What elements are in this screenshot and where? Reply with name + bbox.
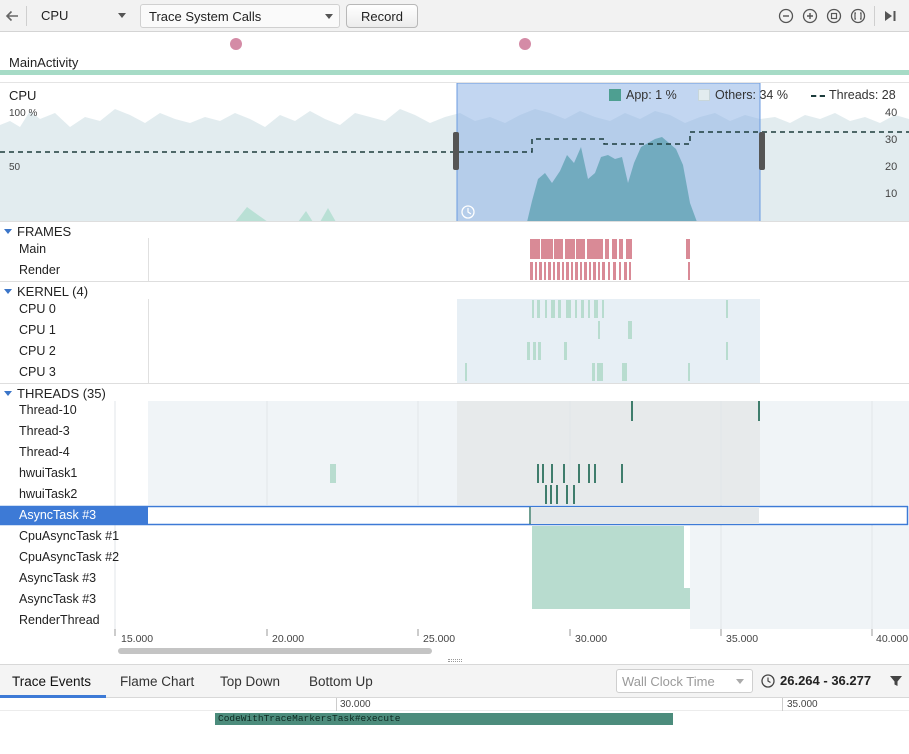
time-tick-label: 20.000 xyxy=(272,633,305,645)
chevron-down-icon xyxy=(736,679,744,684)
horizontal-scrollbar[interactable] xyxy=(118,648,432,654)
clock-icon xyxy=(761,674,775,688)
thread-row-label-selected[interactable]: AsyncTask #3 xyxy=(0,506,148,525)
chevron-down-icon xyxy=(118,13,126,18)
threads-axis-tick: 30 xyxy=(885,134,898,146)
others-legend-label: Others: 34 % xyxy=(715,88,788,102)
asynctask-slice xyxy=(532,588,690,609)
touch-event-marker[interactable] xyxy=(230,38,242,50)
selected-row-slice xyxy=(531,507,759,524)
y-axis-tick: 100 % xyxy=(9,108,38,119)
time-tick-label: 35.000 xyxy=(726,633,759,645)
chevron-down-icon xyxy=(325,14,333,19)
cpu0-slices xyxy=(532,300,728,318)
thread-row-label[interactable]: CpuAsyncTask #1 xyxy=(19,529,119,543)
splitter-grip-icon[interactable] xyxy=(448,659,462,662)
threads-axis-tick: 20 xyxy=(885,161,898,173)
cpu1-slices xyxy=(598,321,632,339)
selection-range-text: 26.264 - 36.277 xyxy=(780,673,872,688)
activity-label: MainActivity xyxy=(9,55,79,70)
cpuasynctask-slices xyxy=(532,526,684,588)
selection-range xyxy=(456,83,761,222)
cpu3-slices xyxy=(465,363,690,381)
zoom-in-icon[interactable] xyxy=(802,8,818,24)
selection-handle-left xyxy=(453,132,459,170)
profiler-select[interactable]: CPU xyxy=(33,4,132,28)
profiler-select-value: CPU xyxy=(41,8,69,23)
thread-row-label[interactable]: Thread-10 xyxy=(19,403,77,417)
time-axis: 15.000 20.000 25.000 30.000 35.000 40.00… xyxy=(0,629,909,664)
go-to-live-icon[interactable] xyxy=(882,8,898,24)
thread-row-label[interactable]: hwuiTask2 xyxy=(19,487,77,501)
trace-config-value: Trace System Calls xyxy=(149,9,262,24)
trace-tick-mark xyxy=(336,698,337,711)
touch-event-marker[interactable] xyxy=(519,38,531,50)
time-tick-label: 40.000 xyxy=(876,633,909,645)
render-frame-bars xyxy=(530,262,690,280)
cpu-usage-chart[interactable]: CPU 100 % 50 40 30 20 10 App: 1 % Others… xyxy=(0,82,909,222)
record-button[interactable]: Record xyxy=(346,4,418,28)
tab-top-down[interactable]: Top Down xyxy=(220,674,280,689)
thread-row-label[interactable]: CpuAsyncTask #2 xyxy=(19,550,119,564)
thread-row-label[interactable]: hwuiTask1 xyxy=(19,466,77,480)
tab-bottom-up[interactable]: Bottom Up xyxy=(309,674,373,689)
activity-bar[interactable] xyxy=(0,70,909,75)
cpu-chart-canvas xyxy=(0,83,909,222)
event-timeline: MainActivity xyxy=(0,32,909,78)
cpu-title: CPU xyxy=(9,88,37,103)
trace-time-ruler xyxy=(0,698,909,711)
trace-event-bar[interactable]: CodeWithTraceMarkersTask#execute xyxy=(215,713,673,725)
bottom-tab-bar: Trace Events Flame Chart Top Down Bottom… xyxy=(0,664,909,698)
thread-row-label[interactable]: RenderThread xyxy=(19,613,100,627)
threads-axis-tick: 10 xyxy=(885,188,898,200)
zoom-out-icon[interactable] xyxy=(778,8,794,24)
y-axis-tick: 50 xyxy=(9,162,21,173)
thread-row-label[interactable]: AsyncTask #3 xyxy=(19,571,96,585)
zoom-to-selection-icon[interactable] xyxy=(850,8,866,24)
clock-type-select[interactable]: Wall Clock Time xyxy=(616,669,753,693)
toolbar-divider xyxy=(26,6,27,26)
trace-tick-label: 35.000 xyxy=(787,699,818,710)
frames-section: FRAMES Main Render xyxy=(0,221,909,282)
kernel-tracks[interactable] xyxy=(0,282,909,384)
threads-selection-range xyxy=(457,401,760,505)
time-tick-label: 30.000 xyxy=(575,633,608,645)
cpu2-slices xyxy=(527,342,728,360)
trace-tick-label: 30.000 xyxy=(340,699,371,710)
thread-row-label[interactable]: AsyncTask #3 xyxy=(19,592,96,606)
threads-legend-swatch xyxy=(811,95,825,97)
time-tick-label: 15.000 xyxy=(121,633,154,645)
reset-zoom-icon[interactable] xyxy=(826,8,842,24)
thread-row-label[interactable]: Thread-4 xyxy=(19,445,70,459)
threads-axis-tick: 40 xyxy=(885,107,898,119)
back-arrow-icon[interactable] xyxy=(4,8,20,24)
selection-handle-right xyxy=(759,132,765,170)
toolbar-divider xyxy=(874,6,875,26)
trace-config-select[interactable]: Trace System Calls xyxy=(140,4,340,28)
filter-icon[interactable] xyxy=(889,674,903,688)
clock-type-value: Wall Clock Time xyxy=(622,674,715,689)
threads-legend-label: Threads: 28 xyxy=(829,88,896,102)
tab-flame-chart[interactable]: Flame Chart xyxy=(120,674,194,689)
threads-lower-background xyxy=(690,526,909,630)
toolbar: CPU Trace System Calls Record xyxy=(0,0,909,32)
others-legend-swatch xyxy=(698,89,710,101)
trace-events-panel: 30.000 35.000 CodeWithTraceMarkersTask#e… xyxy=(0,698,909,754)
kernel-section: KERNEL (4) CPU 0 CPU 1 CPU 2 CPU 3 xyxy=(0,281,909,383)
app-legend-label: App: 1 % xyxy=(626,88,677,102)
app-legend-swatch xyxy=(609,89,621,101)
tab-trace-events[interactable]: Trace Events xyxy=(12,674,91,689)
frames-tracks[interactable] xyxy=(0,222,909,282)
threads-section: THREADS (35) Thread-10 Thread-3 Thread-4… xyxy=(0,383,909,630)
trace-tick-mark xyxy=(782,698,783,711)
time-tick-label: 25.000 xyxy=(423,633,456,645)
thread-row-label[interactable]: Thread-3 xyxy=(19,424,70,438)
